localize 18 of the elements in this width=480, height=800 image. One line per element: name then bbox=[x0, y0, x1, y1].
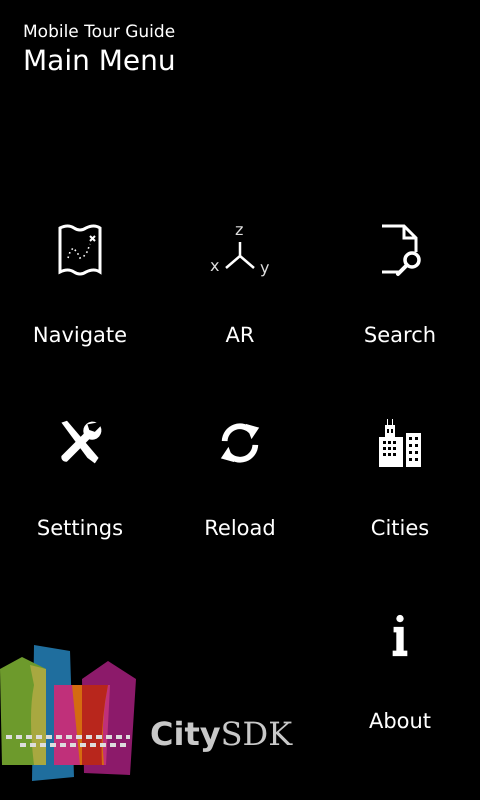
page-title: Main Menu bbox=[23, 44, 177, 78]
menu-label: AR bbox=[226, 322, 254, 348]
logo-text: CitySDK bbox=[150, 715, 292, 753]
menu-item[interactable]: Navigate bbox=[0, 218, 160, 411]
menu-label: Cities bbox=[370, 515, 430, 541]
menu-item[interactable]: z x y AR bbox=[160, 218, 320, 411]
app-title: Mobile Tour Guide bbox=[23, 21, 176, 44]
menu-item[interactable]: Settings bbox=[0, 411, 160, 604]
menu-item[interactable]: Reload bbox=[160, 411, 320, 604]
menu-label: Navigate bbox=[32, 322, 128, 348]
menu-item[interactable]: Search bbox=[320, 218, 480, 411]
menu-label: Settings bbox=[36, 515, 124, 541]
menu-item[interactable]: Cities bbox=[320, 411, 480, 604]
menu-label: About bbox=[368, 708, 432, 734]
menu-label: Reload bbox=[204, 515, 276, 541]
map-icon bbox=[56, 222, 104, 278]
menu-item[interactable]: About bbox=[320, 604, 480, 797]
menu-label: Search bbox=[364, 322, 436, 348]
